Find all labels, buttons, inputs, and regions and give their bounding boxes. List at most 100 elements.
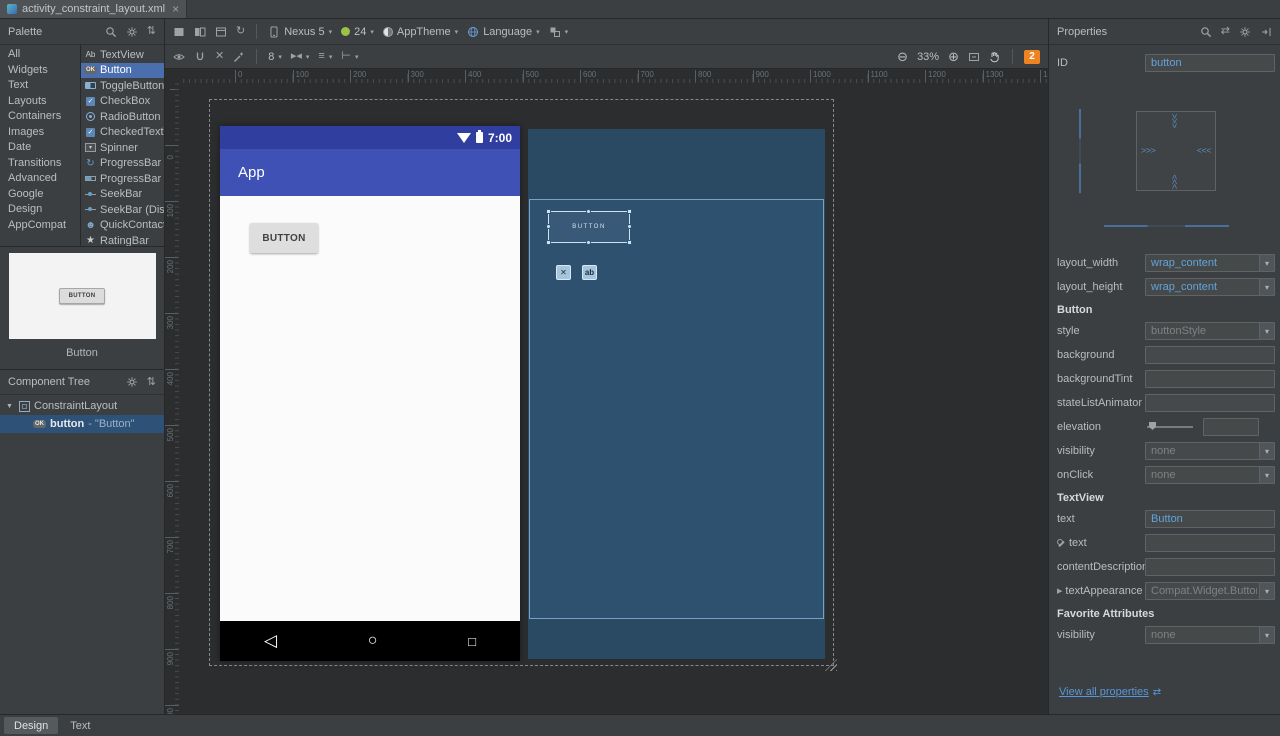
view-options-icon[interactable] [173,51,185,63]
pack-selector[interactable]: ▸◂ ▾ [291,51,310,62]
resize-handle-icon[interactable] [546,209,551,214]
slider-thumb-icon[interactable] [1149,422,1156,430]
design-surface[interactable]: 0100200300400500600700800900100011001200… [165,69,1048,714]
wrap-spring-right-icon[interactable]: <<< [1197,147,1211,156]
property-field-elevation[interactable] [1203,418,1259,436]
zoom-in-icon[interactable]: ⊕ [948,50,959,63]
palette-gear-icon[interactable] [126,26,138,38]
autoconnect-icon[interactable] [194,51,206,63]
default-margin-selector[interactable]: 8 ▾ [268,51,282,63]
property-combo-style[interactable]: buttonStyle [1145,322,1275,340]
property-field-contentdescription[interactable] [1145,558,1275,576]
palette-item-checkedtextview[interactable]: CheckedTextView [81,125,164,141]
palette-item-textview[interactable]: TextView [81,47,164,63]
blueprint-preview[interactable]: BUTTON ✕ ab [528,129,825,659]
property-field-backgroundtint[interactable] [1145,370,1275,388]
error-count-badge[interactable]: 2 [1024,50,1040,64]
device-selector[interactable]: Nexus 5 ▾ [268,26,332,38]
property-slider-elevation[interactable] [1147,426,1193,428]
palette-item-seekbar-discrete[interactable]: SeekBar (Discrete) [81,202,164,218]
properties-swap-icon[interactable]: ⇄ [1221,26,1230,37]
palette-item-seekbar[interactable]: SeekBar [81,187,164,203]
properties-search-icon[interactable] [1200,26,1212,38]
constraint-anchor-icon[interactable] [627,224,632,229]
palette-category-all[interactable]: All [0,47,80,63]
resize-handle-icon[interactable] [627,240,632,245]
nav-back-icon[interactable]: ◁ [264,631,277,651]
palette-category-date[interactable]: Date [0,140,80,156]
property-field-statelistanimator[interactable] [1145,394,1275,412]
zoom-out-icon[interactable]: ⊖ [897,50,908,63]
split-surface-icon[interactable] [194,26,206,38]
resize-handle-icon[interactable] [546,240,551,245]
palette-item-togglebutton[interactable]: ToggleButton [81,78,164,94]
editor-tab[interactable]: activity_constraint_layout.xml × [0,0,187,18]
constraint-widget[interactable]: >>> <<< >>> <<< [1136,111,1216,191]
wrap-spring-left-icon[interactable]: >>> [1141,147,1155,156]
palette-category-widgets[interactable]: Widgets [0,63,80,79]
orientation-icon[interactable]: ↻ [236,26,245,37]
palette-category-appcompat[interactable]: AppCompat [0,218,80,234]
blueprint-button[interactable]: BUTTON [548,211,630,243]
component-tree-gear-icon[interactable] [126,376,138,388]
constraint-anchor-icon[interactable] [546,224,551,229]
palette-category-transitions[interactable]: Transitions [0,156,80,172]
palette-category-images[interactable]: Images [0,125,80,141]
id-field[interactable]: button [1145,54,1275,72]
clear-constraints-icon[interactable]: ✕ [215,51,224,62]
component-tree-sort-icon[interactable]: ⇅ [147,377,156,388]
pan-icon[interactable] [989,51,1001,63]
property-field-background[interactable] [1145,346,1275,364]
property-combo-onclick[interactable]: none [1145,466,1275,484]
palette-item-progressbar[interactable]: ProgressBar [81,156,164,172]
hide-panel-icon[interactable] [1260,26,1272,38]
constraint-anchor-icon[interactable] [586,209,591,214]
wrap-spring-top-icon[interactable]: >>> [1170,113,1179,127]
property-combo-textappearance[interactable]: Compat.Widget.Button [1145,582,1275,600]
property-combo-layout-width[interactable]: wrap_content [1145,254,1275,272]
infer-constraints-icon[interactable] [233,51,245,63]
wrap-spring-bottom-icon[interactable]: <<< [1170,174,1179,188]
palette-category-text[interactable]: Text [0,78,80,94]
language-selector[interactable]: Language ▾ [467,26,539,38]
guideline-selector[interactable]: ⊢ ▾ [341,51,358,62]
design-canvas[interactable]: BUTTON [220,196,520,621]
palette-item-progressbar[interactable]: ProgressBar [81,171,164,187]
nav-recent-icon[interactable]: □ [468,634,476,649]
palette-category-layouts[interactable]: Layouts [0,94,80,110]
palette-category-google[interactable]: Google [0,187,80,203]
bottom-tab-design[interactable]: Design [4,717,58,734]
properties-gear-icon[interactable] [1239,26,1251,38]
clear-constraints-badge[interactable]: ✕ [556,265,571,280]
tree-item-constraintlayout[interactable]: ▼ConstraintLayout [0,397,164,415]
api-selector[interactable]: 24 ▾ [341,26,374,38]
palette-category-design[interactable]: Design [0,202,80,218]
view-all-properties-link[interactable]: View all properties [1059,686,1149,698]
design-surface-icon[interactable] [173,26,185,38]
expander-icon[interactable]: ▶ [1057,587,1062,595]
palette-category-advanced[interactable]: Advanced [0,171,80,187]
align-selector[interactable]: ≡ ▾ [318,51,332,62]
nav-home-icon[interactable]: ○ [368,632,378,650]
property-field-text[interactable]: Button [1145,510,1275,528]
property-combo-visibility[interactable]: none [1145,442,1275,460]
palette-search-icon[interactable] [105,26,117,38]
tree-expander-icon[interactable]: ▼ [6,403,15,410]
palette-item-quickcontactbadge[interactable]: QuickContactBadge [81,218,164,234]
palette-item-ratingbar[interactable]: RatingBar [81,233,164,246]
zoom-fit-icon[interactable] [968,51,980,63]
bottom-tab-text[interactable]: Text [60,717,100,734]
text-attributes-badge[interactable]: ab [582,265,597,280]
palette-item-checkbox[interactable]: CheckBox [81,94,164,110]
palette-item-radiobutton[interactable]: RadioButton [81,109,164,125]
palette-item-spinner[interactable]: Spinner [81,140,164,156]
palette-category-containers[interactable]: Containers [0,109,80,125]
palette-item-button[interactable]: Button [81,63,164,79]
close-tab-icon[interactable]: × [172,3,179,15]
property-field-text[interactable] [1145,534,1275,552]
theme-selector[interactable]: AppTheme ▾ [383,26,458,38]
layout-variant-selector[interactable]: ▾ [549,26,569,38]
blueprint-surface-icon[interactable] [215,26,227,38]
property-combo-visibility[interactable]: none [1145,626,1275,644]
tree-item-button[interactable]: button - "Button" [0,415,164,433]
